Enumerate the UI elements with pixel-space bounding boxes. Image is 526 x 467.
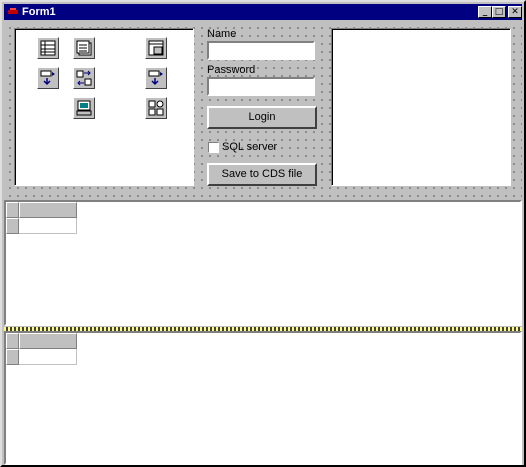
sql-server-label[interactable]: SQL server bbox=[222, 141, 277, 153]
minimize-button[interactable]: _ bbox=[478, 6, 492, 18]
close-button[interactable]: ✕ bbox=[508, 6, 522, 18]
grid-data-cell[interactable] bbox=[19, 349, 77, 365]
form-window: Form1 _ □ ✕ Name Password Login SQL serv… bbox=[0, 0, 526, 467]
name-input[interactable] bbox=[207, 41, 315, 60]
app-icon[interactable] bbox=[7, 6, 19, 18]
maximize-button[interactable]: □ bbox=[492, 6, 506, 18]
password-label: Password bbox=[207, 64, 256, 76]
socket-connection-icon[interactable] bbox=[145, 97, 167, 119]
grid-column-header[interactable] bbox=[19, 202, 77, 218]
login-button[interactable]: Login bbox=[207, 106, 317, 129]
title-bar[interactable]: Form1 _ □ ✕ bbox=[4, 4, 522, 20]
datasource-icon[interactable] bbox=[145, 37, 167, 59]
sql-server-checkbox[interactable] bbox=[208, 142, 219, 153]
maximize-icon: □ bbox=[494, 7, 504, 17]
minimize-icon: _ bbox=[482, 7, 488, 17]
query-icon[interactable] bbox=[73, 37, 95, 59]
top-data-grid[interactable] bbox=[4, 200, 522, 326]
grid-corner-cell bbox=[6, 202, 19, 218]
save-cds-button[interactable]: Save to CDS file bbox=[207, 163, 317, 186]
grid-row-indicator[interactable] bbox=[6, 218, 19, 234]
grid-column-header[interactable] bbox=[19, 333, 77, 349]
password-input[interactable] bbox=[207, 77, 315, 96]
name-label: Name bbox=[207, 28, 237, 40]
clientdataset-icon[interactable] bbox=[73, 67, 95, 89]
grid-corner-cell bbox=[6, 333, 19, 349]
dcom-connection-icon[interactable] bbox=[73, 97, 95, 119]
components-panel bbox=[14, 28, 194, 186]
results-panel bbox=[331, 28, 511, 186]
window-title: Form1 bbox=[22, 6, 56, 18]
bottom-data-grid[interactable] bbox=[4, 331, 522, 465]
close-icon: ✕ bbox=[511, 7, 519, 17]
grid-row-indicator[interactable] bbox=[6, 349, 19, 365]
provider-icon[interactable] bbox=[37, 67, 59, 89]
dataset-provider-icon[interactable] bbox=[145, 67, 167, 89]
table-icon[interactable] bbox=[37, 37, 59, 59]
grid-data-cell[interactable] bbox=[19, 218, 77, 234]
